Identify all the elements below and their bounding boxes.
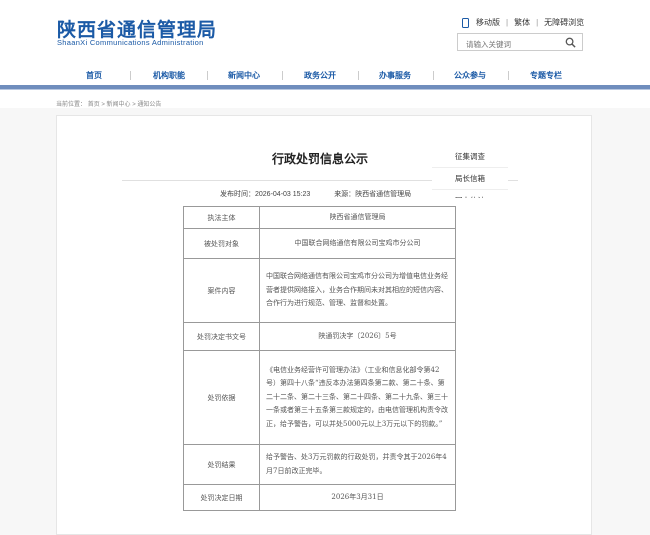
article-meta: 发布时间：2026-04-03 15:23 来源：陕西省通信管理局 xyxy=(220,189,411,199)
breadcrumb: 当前位置： 首页 > 新闻中心 > 通知公告 xyxy=(56,99,161,108)
table-key: 案件内容 xyxy=(183,258,260,323)
side-item-survey[interactable]: 征集调查 xyxy=(432,146,508,168)
table-key: 处罚决定书文号 xyxy=(183,322,260,351)
table-row: 处罚决定书文号 陕通罚决字〔2026〕5号 xyxy=(183,322,456,351)
divider: | xyxy=(506,18,509,27)
table-value: 给予警告、处3万元罚款的行政处罚，并责令其于2026年4月7日前改正完毕。 xyxy=(259,444,456,485)
table-value: 陕西省通信管理局 xyxy=(259,206,456,229)
nav-item-organization[interactable]: 机构职能 xyxy=(153,70,185,81)
main-nav: 首页 机构职能 新闻中心 政务公开 办事服务 公众参与 专题专栏 xyxy=(0,63,650,85)
nav-item-news[interactable]: 新闻中心 xyxy=(228,70,260,81)
nav-divider xyxy=(282,71,283,80)
top-links: 移动版 | 繁体 | 无障碍浏览 xyxy=(462,17,584,28)
side-item-director-mailbox[interactable]: 局长信箱 xyxy=(432,168,508,190)
divider: | xyxy=(536,18,539,27)
article-title: 行政处罚信息公示 xyxy=(271,152,368,166)
source-label: 来源： xyxy=(334,191,356,198)
penalty-info-table: 执法主体 陕西省通信管理局 被处罚对象 中国联合网络通信有限公司宝鸡市分公司 案… xyxy=(183,206,456,511)
nav-item-government-affairs[interactable]: 政务公开 xyxy=(304,70,336,81)
nav-item-home[interactable]: 首页 xyxy=(86,70,102,81)
floating-side-menu: 征集调查 局长信箱 网上信访 xyxy=(432,146,508,198)
site-header: 陕西省通信管理局 ShaanXi Communications Administ… xyxy=(0,0,650,60)
table-value: 中国联合网络通信有限公司宝鸡市分公司为增值电信业务经营者提供网络接入，业务合作期… xyxy=(259,258,456,323)
table-value: 陕通罚决字〔2026〕5号 xyxy=(259,322,456,351)
mobile-icon xyxy=(462,17,469,28)
nav-divider xyxy=(358,71,359,80)
mobile-version-link[interactable]: 移动版 xyxy=(476,17,500,28)
search-icon[interactable] xyxy=(565,37,576,48)
source: 陕西省通信管理局 xyxy=(355,191,412,198)
nav-divider xyxy=(433,71,434,80)
table-key: 执法主体 xyxy=(183,206,260,229)
table-row: 被处罚对象 中国联合网络通信有限公司宝鸡市分公司 xyxy=(183,228,456,259)
traditional-chinese-link[interactable]: 繁体 xyxy=(514,17,530,28)
nav-divider xyxy=(130,71,131,80)
accessibility-link[interactable]: 无障碍浏览 xyxy=(544,17,584,28)
table-row: 执法主体 陕西省通信管理局 xyxy=(183,206,456,229)
nav-item-public-participation[interactable]: 公众参与 xyxy=(454,70,486,81)
publish-time: 2026-04-03 15:23 xyxy=(255,191,311,198)
table-value: 《电信业务经营许可管理办法》（工业和信息化部令第42号）第四十八条“违反本办法第… xyxy=(259,350,456,445)
site-logo-subtitle: ShaanXi Communications Administration xyxy=(57,38,204,47)
nav-divider xyxy=(508,71,509,80)
search-input[interactable] xyxy=(458,36,558,53)
table-row: 处罚结果 给予警告、处3万元罚款的行政处罚，并责令其于2026年4月7日前改正完… xyxy=(183,444,456,485)
table-row: 处罚依据 《电信业务经营许可管理办法》（工业和信息化部令第42号）第四十八条“违… xyxy=(183,350,456,445)
publish-time-label: 发布时间： xyxy=(220,191,255,198)
table-key: 处罚决定日期 xyxy=(183,484,260,511)
search-box xyxy=(457,33,583,53)
table-key: 处罚依据 xyxy=(183,350,260,445)
nav-underline-shadow xyxy=(0,89,650,90)
table-value: 2026年3月31日 xyxy=(259,484,456,511)
table-key: 被处罚对象 xyxy=(183,228,260,259)
table-value: 中国联合网络通信有限公司宝鸡市分公司 xyxy=(259,228,456,259)
side-item-online-petition[interactable]: 网上信访 xyxy=(432,190,508,198)
nav-divider xyxy=(207,71,208,80)
nav-item-services[interactable]: 办事服务 xyxy=(379,70,411,81)
table-row: 处罚决定日期 2026年3月31日 xyxy=(183,484,456,511)
table-key: 处罚结果 xyxy=(183,444,260,485)
table-row: 案件内容 中国联合网络通信有限公司宝鸡市分公司为增值电信业务经营者提供网络接入，… xyxy=(183,258,456,323)
nav-item-special-topics[interactable]: 专题专栏 xyxy=(530,70,562,81)
